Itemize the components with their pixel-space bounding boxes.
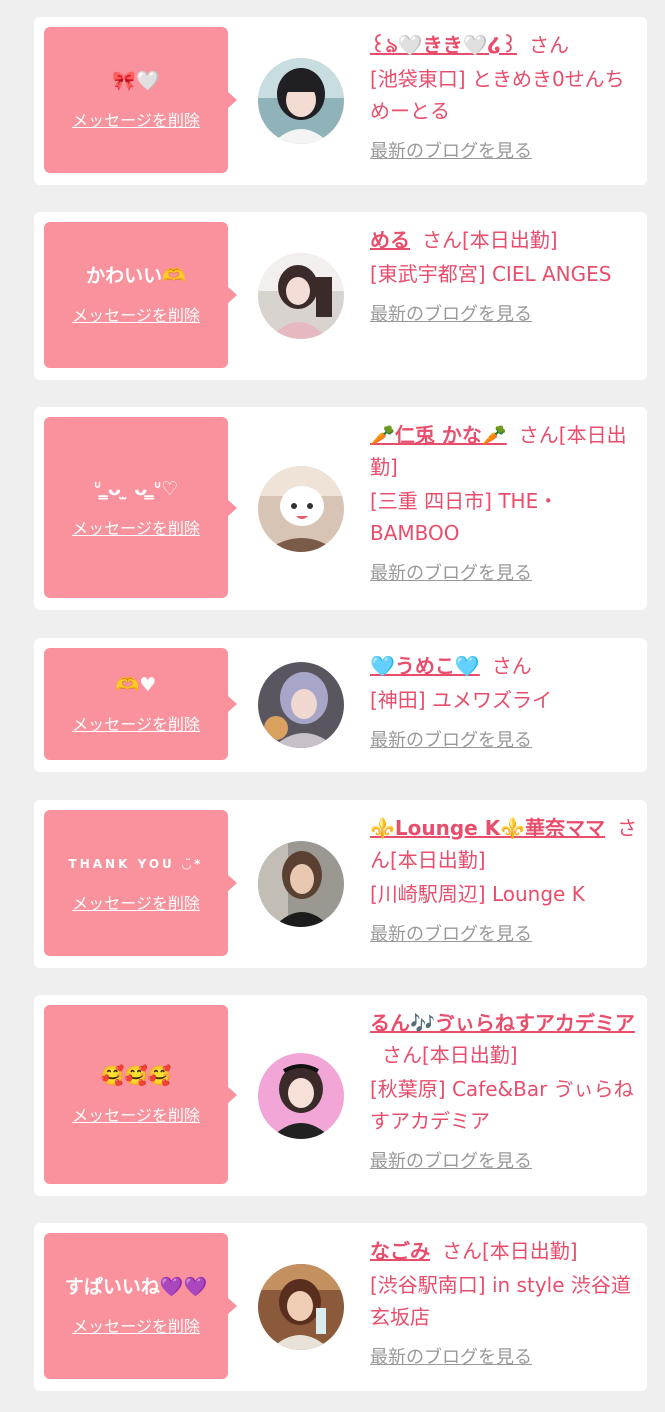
shop-name: [神田] ユメワズライ <box>370 688 552 712</box>
delete-message-link[interactable]: メッセージを削除 <box>72 893 200 915</box>
delete-message-link[interactable]: メッセージを削除 <box>72 110 200 132</box>
list-item: 🥰🥰🥰 メッセージを削除 るん🎶ゔぃらねすアカデミアさん[本日出勤] [秋葉原]… <box>34 995 647 1196</box>
user-suffix: さん <box>528 33 569 57</box>
avatar[interactable] <box>258 1264 344 1350</box>
latest-blog-link[interactable]: 最新のブログを見る <box>370 302 532 328</box>
message-text: THANK YOU ◡̈* <box>68 857 204 871</box>
message-bubble: 🥰🥰🥰 メッセージを削除 <box>44 1005 237 1184</box>
latest-blog-link[interactable]: 最新のブログを見る <box>370 139 532 165</box>
avatar[interactable] <box>258 1053 344 1139</box>
shop-name: [池袋東口] ときめき0せんちめーとる <box>370 67 625 123</box>
shop-name: [川崎駅周辺] Lounge K <box>370 882 585 906</box>
message-text: 🎀🤍 <box>112 70 160 92</box>
list-item: THANK YOU ◡̈* メッセージを削除 ⚜️Lounge K⚜️華奈ママさ… <box>34 800 647 968</box>
avatar[interactable] <box>258 466 344 552</box>
user-suffix: さん <box>491 654 532 678</box>
user-name-link[interactable]: 🩵うめこ🩵 <box>370 654 480 678</box>
user-name-link[interactable]: なごみ <box>370 1239 430 1263</box>
message-bubble: ᐡ ̳ᴗ ̫ ᴗ ̳ᐡ♡ メッセージを削除 <box>44 417 237 598</box>
message-text: ᐡ ̳ᴗ ̫ ᴗ ̳ᐡ♡ <box>93 477 179 500</box>
avatar[interactable] <box>258 253 344 339</box>
user-name-link[interactable]: ⚜️Lounge K⚜️華奈ママ <box>370 816 605 840</box>
user-suffix: さん[本日出勤] <box>442 1239 578 1263</box>
shop-name: [渋谷駅南口] in style 渋谷道玄坂店 <box>370 1273 631 1329</box>
shop-name: [東武宇都宮] CIEL ANGES <box>370 262 612 286</box>
entry-info: 🥕仁兎 かな🥕 さん[本日出勤] [三重 四日市] THE・BAMBOO 最新のブ… <box>370 419 640 588</box>
latest-blog-link[interactable]: 最新のブログを見る <box>370 1149 532 1175</box>
message-text: すぱいいね💜💜 <box>64 1276 208 1298</box>
entry-info: なごみ さん[本日出勤] [渋谷駅南口] in style 渋谷道玄坂店 最新のブ… <box>370 1235 640 1372</box>
list-item: 🫶♥ メッセージを削除 🩵うめこ🩵 さん [神田] ユメワズライ 最新のブログを見… <box>34 638 647 772</box>
entry-info: ꒰ঌ🤍きき🤍໒꒱ さん [池袋東口] ときめき0せんちめーとる 最新のブログを見る <box>370 29 640 166</box>
user-name-link[interactable]: 🥕仁兎 かな🥕 <box>370 423 507 447</box>
latest-blog-link[interactable]: 最新のブログを見る <box>370 728 532 754</box>
entry-info: るん🎶ゔぃらねすアカデミアさん[本日出勤] [秋葉原] Cafe&Bar ゔぃら… <box>370 1007 640 1176</box>
latest-blog-link[interactable]: 最新のブログを見る <box>370 561 532 587</box>
delete-message-link[interactable]: メッセージを削除 <box>72 518 200 540</box>
user-name-link[interactable]: ꒰ঌ🤍きき🤍໒꒱ <box>370 33 517 57</box>
message-bubble: 🫶♥ メッセージを削除 <box>44 648 237 760</box>
delete-message-link[interactable]: メッセージを削除 <box>72 714 200 736</box>
list-item: かわいい🫶 メッセージを削除 める さん[本日出勤] [東武宇都宮] CIEL A… <box>34 212 647 380</box>
user-name-link[interactable]: める <box>370 228 410 252</box>
user-suffix: さん[本日出勤] <box>382 1043 518 1067</box>
list-item: すぱいいね💜💜 メッセージを削除 なごみ さん[本日出勤] [渋谷駅南口] in … <box>34 1223 647 1391</box>
avatar[interactable] <box>258 58 344 144</box>
message-bubble: かわいい🫶 メッセージを削除 <box>44 222 237 368</box>
delete-message-link[interactable]: メッセージを削除 <box>72 1316 200 1338</box>
list-item: 🎀🤍 メッセージを削除 ꒰ঌ🤍きき🤍໒꒱ さん [池袋東口] ときめき0せんちめー… <box>34 17 647 185</box>
latest-blog-link[interactable]: 最新のブログを見る <box>370 922 532 948</box>
shop-name: [秋葉原] Cafe&Bar ゔぃらねすアカデミア <box>370 1077 634 1133</box>
message-bubble: 🎀🤍 メッセージを削除 <box>44 27 237 173</box>
user-name-link[interactable]: るん🎶ゔぃらねすアカデミア <box>370 1011 635 1035</box>
user-suffix: さん[本日出勤] <box>422 228 558 252</box>
entry-info: ⚜️Lounge K⚜️華奈ママ さん[本日出勤] [川崎駅周辺] Lounge … <box>370 812 640 949</box>
delete-message-link[interactable]: メッセージを削除 <box>72 1105 200 1127</box>
message-text: 🥰🥰🥰 <box>100 1064 172 1087</box>
shop-name: [三重 四日市] THE・BAMBOO <box>370 489 559 545</box>
delete-message-link[interactable]: メッセージを削除 <box>72 305 200 327</box>
message-text: かわいい🫶 <box>86 265 186 287</box>
message-bubble: すぱいいね💜💜 メッセージを削除 <box>44 1233 237 1379</box>
latest-blog-link[interactable]: 最新のブログを見る <box>370 1345 532 1371</box>
avatar[interactable] <box>258 662 344 748</box>
entry-info: める さん[本日出勤] [東武宇都宮] CIEL ANGES 最新のブログを見る <box>370 224 640 329</box>
message-text: 🫶♥ <box>115 674 157 696</box>
avatar[interactable] <box>258 841 344 927</box>
message-bubble: THANK YOU ◡̈* メッセージを削除 <box>44 810 237 956</box>
entry-info: 🩵うめこ🩵 さん [神田] ユメワズライ 最新のブログを見る <box>370 650 640 755</box>
list-item: ᐡ ̳ᴗ ̫ ᴗ ̳ᐡ♡ メッセージを削除 🥕仁兎 かな🥕 さん[本日出勤] [三… <box>34 407 647 610</box>
message-list: 🎀🤍 メッセージを削除 ꒰ঌ🤍きき🤍໒꒱ さん [池袋東口] ときめき0せんちめー… <box>0 0 665 1412</box>
